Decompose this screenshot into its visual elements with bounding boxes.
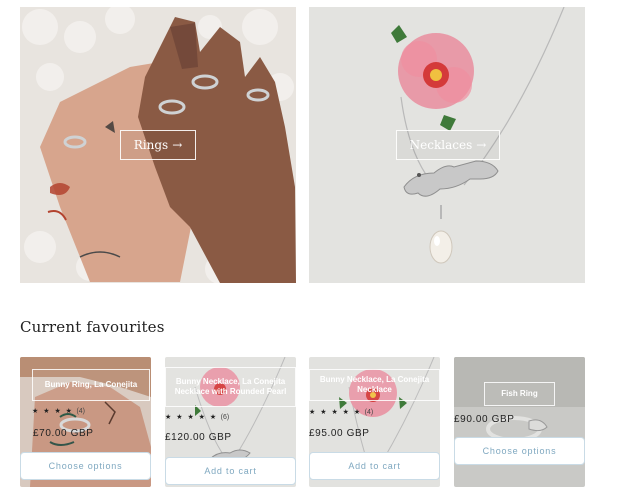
- rating-count: (4): [76, 408, 85, 415]
- arrow-right-icon: →: [172, 138, 183, 152]
- product-title[interactable]: Bunny Necklace, La Conejita Necklace wit…: [165, 367, 296, 407]
- product-price: £90.00 GBP: [454, 414, 515, 425]
- product-title[interactable]: Bunny Ring, La Conejita: [32, 369, 150, 401]
- add-to-cart-button[interactable]: Add to cart: [165, 457, 296, 485]
- product-card[interactable]: Fish Ring £90.00 GBP Choose options: [454, 357, 585, 487]
- product-rating: ★ ★ ★ ★ (4): [32, 407, 85, 415]
- product-price: £70.00 GBP: [33, 428, 94, 439]
- add-to-cart-button[interactable]: Add to cart: [309, 452, 440, 480]
- product-rating: ★ ★ ★ ★ ★ (6): [165, 413, 229, 421]
- product-title[interactable]: Fish Ring: [484, 382, 555, 406]
- category-tile-rings[interactable]: Rings →: [20, 7, 296, 283]
- category-tile-necklaces[interactable]: Necklaces →: [309, 7, 585, 283]
- product-price: £120.00 GBP: [165, 432, 232, 443]
- product-card[interactable]: Bunny Ring, La Conejita ★ ★ ★ ★ (4) £70.0…: [20, 357, 151, 487]
- product-card[interactable]: Bunny Necklace, La Conejita Necklace wit…: [165, 357, 296, 487]
- choose-options-button[interactable]: Choose options: [20, 452, 151, 480]
- rating-count: (4): [364, 409, 374, 416]
- product-title[interactable]: Bunny Necklace, La Conejita Necklace: [309, 369, 440, 401]
- star-icon: ★ ★ ★ ★: [32, 408, 74, 415]
- star-icon: ★ ★ ★ ★ ★: [309, 409, 362, 416]
- rating-count: (6): [220, 414, 230, 421]
- product-price: £95.00 GBP: [309, 428, 370, 439]
- arrow-right-icon: →: [476, 138, 487, 152]
- necklaces-category-label: Necklaces: [409, 138, 473, 152]
- product-card[interactable]: Bunny Necklace, La Conejita Necklace ★ ★…: [309, 357, 440, 487]
- product-rating: ★ ★ ★ ★ ★ (4): [309, 408, 373, 416]
- choose-options-button[interactable]: Choose options: [454, 437, 585, 465]
- section-heading: Current favourites: [20, 318, 165, 336]
- rings-category-label: Rings: [133, 138, 169, 152]
- necklaces-category-button[interactable]: Necklaces →: [396, 130, 500, 160]
- star-icon: ★ ★ ★ ★ ★: [165, 414, 218, 421]
- rings-category-button[interactable]: Rings →: [120, 130, 196, 160]
